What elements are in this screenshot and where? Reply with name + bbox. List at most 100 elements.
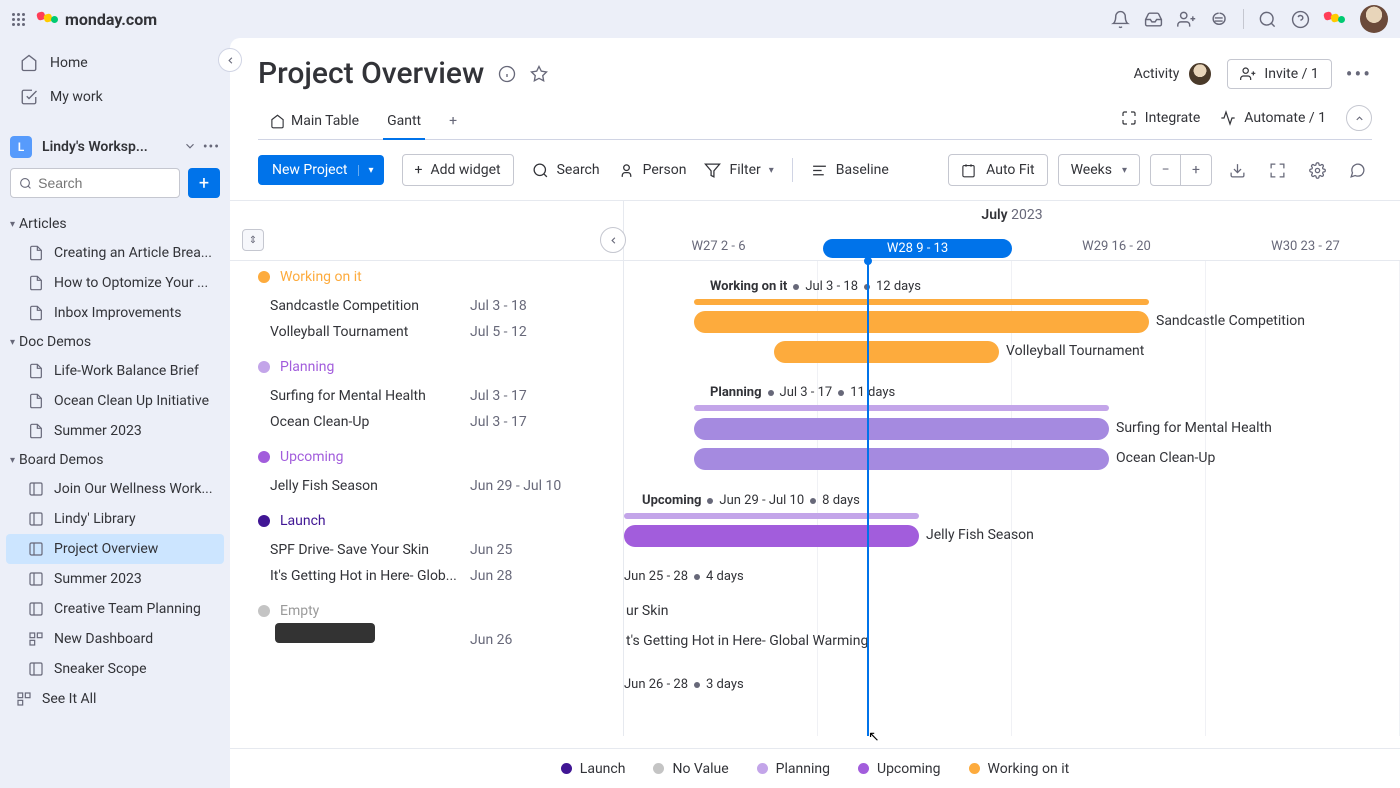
add-item-button[interactable]: + bbox=[188, 168, 220, 198]
tree-group[interactable]: ▾Board Demos bbox=[6, 446, 224, 474]
tree-item-selected[interactable]: Project Overview bbox=[6, 534, 224, 564]
search-input[interactable] bbox=[38, 175, 171, 191]
download-button[interactable] bbox=[1222, 155, 1252, 185]
search-button[interactable]: Search bbox=[532, 162, 600, 179]
task-row[interactable]: SPF Drive- Save Your SkinJun 25 bbox=[230, 537, 623, 563]
board-menu-icon[interactable]: ••• bbox=[1346, 62, 1372, 86]
tree-group[interactable]: ▾Doc Demos bbox=[6, 328, 224, 356]
tree-item[interactable]: Lindy' Library bbox=[6, 504, 224, 534]
baseline-button[interactable]: Baseline bbox=[811, 162, 889, 179]
timescale-select[interactable]: Weeks ▾ bbox=[1058, 154, 1140, 186]
task-row[interactable]: Jun 26 bbox=[230, 627, 623, 653]
star-icon[interactable] bbox=[530, 65, 548, 83]
product-switcher-icon[interactable] bbox=[1324, 8, 1346, 30]
legend-item: No Value bbox=[653, 761, 728, 777]
comment-button[interactable] bbox=[1342, 155, 1372, 185]
autofit-button[interactable]: Auto Fit bbox=[948, 154, 1047, 186]
zoom-in-button[interactable]: + bbox=[1181, 155, 1211, 185]
tree-item[interactable]: Ocean Clean Up Initiative bbox=[6, 386, 224, 416]
activity-button[interactable]: Activity bbox=[1134, 61, 1214, 87]
tree-item[interactable]: How to Optomize Your ... bbox=[6, 268, 224, 298]
group-header[interactable]: Working on it bbox=[230, 261, 623, 293]
tree-item[interactable]: Sneaker Scope bbox=[6, 654, 224, 684]
workspace-header[interactable]: L Lindy's Worksp... ••• bbox=[0, 122, 230, 168]
legend-item: Working on it bbox=[969, 761, 1070, 777]
fullscreen-button[interactable] bbox=[1262, 155, 1292, 185]
search-icon bbox=[19, 176, 32, 191]
brand-logo[interactable]: monday.com bbox=[37, 8, 157, 30]
chevron-down-icon[interactable]: ▾ bbox=[358, 165, 374, 176]
zoom-out-button[interactable]: − bbox=[1151, 155, 1181, 185]
tree-item[interactable]: Creating an Article Brea... bbox=[6, 238, 224, 268]
task-row[interactable]: Ocean Clean-UpJul 3 - 17 bbox=[230, 409, 623, 435]
tree-group[interactable]: ▾Articles bbox=[6, 210, 224, 238]
collapse-left-panel-button[interactable] bbox=[600, 227, 626, 253]
week-column: W29 16 - 20 bbox=[1022, 239, 1211, 258]
info-icon[interactable] bbox=[498, 65, 516, 83]
task-row[interactable]: Jelly Fish SeasonJun 29 - Jul 10 bbox=[230, 473, 623, 499]
tree-item[interactable]: Join Our Wellness Work... bbox=[6, 474, 224, 504]
group-summary-bar[interactable] bbox=[624, 513, 919, 519]
inbox-icon[interactable] bbox=[1144, 10, 1163, 29]
task-bar[interactable] bbox=[694, 311, 1149, 333]
task-bar[interactable] bbox=[624, 525, 919, 547]
dashboard-icon bbox=[28, 631, 44, 647]
tree-item[interactable]: Summer 2023 bbox=[6, 564, 224, 594]
nav-mywork[interactable]: My work bbox=[10, 80, 220, 114]
doc-icon bbox=[28, 393, 44, 409]
tree-item[interactable]: Life-Work Balance Brief bbox=[6, 356, 224, 386]
doc-icon bbox=[28, 305, 44, 321]
workspace-tree: ▾Articles Creating an Article Brea... Ho… bbox=[0, 210, 230, 730]
chevron-down-icon[interactable] bbox=[183, 139, 197, 153]
collapse-groups-button[interactable]: ⇕ bbox=[242, 229, 264, 251]
group-header[interactable]: Launch bbox=[230, 505, 623, 537]
task-bar[interactable] bbox=[774, 341, 999, 363]
invite-button[interactable]: Invite / 1 bbox=[1227, 59, 1331, 89]
tree-item[interactable]: Creative Team Planning bbox=[6, 594, 224, 624]
doc-icon bbox=[28, 275, 44, 291]
apps-icon[interactable] bbox=[1210, 10, 1229, 29]
filter-button[interactable]: Filter ▾ bbox=[704, 162, 773, 179]
tree-item[interactable]: Inbox Improvements bbox=[6, 298, 224, 328]
collapse-sidebar-button[interactable] bbox=[218, 48, 242, 72]
tab-main-table[interactable]: Main Table bbox=[258, 103, 371, 139]
tree-item[interactable]: Summer 2023 bbox=[6, 416, 224, 446]
tree-item[interactable]: See It All bbox=[6, 684, 224, 714]
nav-home[interactable]: Home bbox=[10, 46, 220, 80]
automate-button[interactable]: Automate / 1 bbox=[1220, 110, 1326, 126]
task-bar[interactable] bbox=[694, 418, 1109, 440]
week-column-current: W28 9 - 13 bbox=[823, 239, 1012, 258]
person-filter-button[interactable]: Person bbox=[618, 162, 687, 179]
workspace-search[interactable] bbox=[10, 168, 180, 198]
invite-members-icon[interactable] bbox=[1177, 10, 1196, 29]
help-icon[interactable] bbox=[1291, 10, 1310, 29]
tree-item[interactable]: New Dashboard bbox=[6, 624, 224, 654]
task-bar-label: Jelly Fish Season bbox=[926, 527, 1034, 543]
top-bar: monday.com bbox=[0, 0, 1400, 38]
workspace-menu-icon[interactable]: ••• bbox=[203, 139, 220, 155]
task-row[interactable]: Volleyball TournamentJul 5 - 12 bbox=[230, 319, 623, 345]
notifications-icon[interactable] bbox=[1111, 10, 1130, 29]
task-bar[interactable] bbox=[694, 448, 1109, 470]
tab-gantt[interactable]: Gantt bbox=[375, 103, 433, 139]
group-summary-bar[interactable] bbox=[694, 299, 1149, 305]
integrate-button[interactable]: Integrate bbox=[1121, 110, 1201, 126]
group-header[interactable]: Upcoming bbox=[230, 441, 623, 473]
gantt-legend: Launch No Value Planning Upcoming Workin… bbox=[230, 748, 1400, 788]
collapse-header-button[interactable] bbox=[1346, 105, 1372, 131]
add-view-button[interactable]: + bbox=[437, 103, 469, 139]
board-icon bbox=[28, 541, 44, 557]
month-label: July 2023 bbox=[624, 201, 1400, 223]
new-project-button[interactable]: New Project ▾ bbox=[258, 155, 384, 185]
task-row[interactable]: It's Getting Hot in Here- Glob...Jun 28 bbox=[230, 563, 623, 589]
settings-button[interactable] bbox=[1302, 155, 1332, 185]
group-summary-bar[interactable] bbox=[694, 405, 1109, 411]
group-header[interactable]: Planning bbox=[230, 351, 623, 383]
task-row[interactable]: Surfing for Mental HealthJul 3 - 17 bbox=[230, 383, 623, 409]
user-avatar[interactable] bbox=[1360, 5, 1388, 33]
task-row[interactable]: Sandcastle CompetitionJul 3 - 18 bbox=[230, 293, 623, 319]
gantt-timeline[interactable]: ↖ Working on itJul 3 - 1812 days Sandcas… bbox=[624, 261, 1400, 736]
search-icon[interactable] bbox=[1258, 10, 1277, 29]
add-widget-button[interactable]: + Add widget bbox=[402, 154, 514, 186]
apps-menu-icon[interactable] bbox=[12, 13, 25, 26]
